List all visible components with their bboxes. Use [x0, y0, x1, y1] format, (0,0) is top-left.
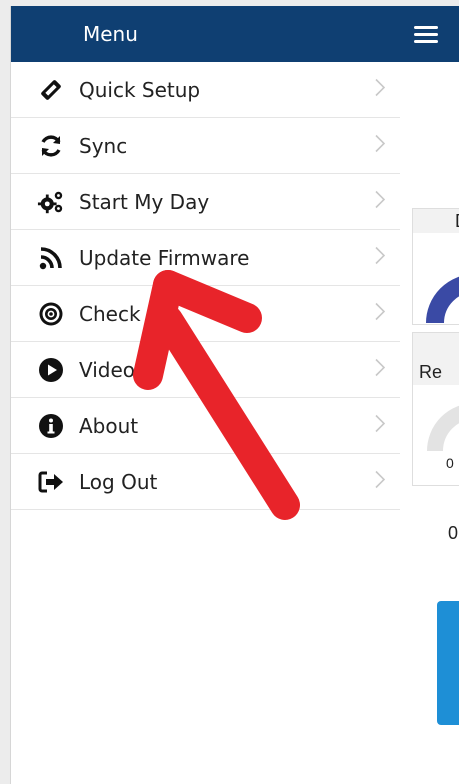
sign-out-icon: [37, 468, 65, 496]
menu-item-label: Quick Setup: [79, 77, 201, 102]
chevron-right-icon: [375, 470, 386, 493]
menu-item-label: Start My Day: [79, 189, 210, 214]
gauge-value: 0: [446, 455, 454, 471]
menu-item-start-my-day[interactable]: Start My Day: [11, 174, 401, 230]
gauge-chart: [426, 276, 459, 324]
navigation-drawer: Menu Quick Setup Sync Start My Day Updat…: [10, 6, 401, 784]
menu-item-label: Update Firmware: [79, 245, 250, 270]
menu-item-label: About: [79, 413, 139, 438]
gauge-card-2: Re 0: [412, 332, 459, 486]
menu-item-label: Sync: [79, 133, 128, 158]
menu-item-sync[interactable]: Sync: [11, 118, 401, 174]
menu-list: Quick Setup Sync Start My Day Update Fir…: [11, 62, 401, 510]
menu-item-log-out[interactable]: Log Out: [11, 454, 401, 510]
partial-number: 0: [448, 523, 459, 543]
play-circle-icon: [37, 356, 65, 384]
menu-item-update-firmware[interactable]: Update Firmware: [11, 230, 401, 286]
background-app: D Re 0 0: [400, 6, 459, 784]
chevron-right-icon: [375, 78, 386, 101]
chevron-right-icon: [375, 414, 386, 437]
chevron-right-icon: [375, 190, 386, 213]
info-circle-icon: [37, 412, 65, 440]
gauge-chart: [427, 405, 459, 452]
menu-item-videos[interactable]: Videos: [11, 342, 401, 398]
chevron-right-icon: [375, 358, 386, 381]
gauge-card-title: D: [413, 209, 459, 233]
menu-item-quick-setup[interactable]: Quick Setup: [11, 62, 401, 118]
menu-item-label: Check P: [79, 301, 159, 326]
menu-item-check[interactable]: Check P: [11, 286, 401, 342]
menu-item-about[interactable]: About: [11, 398, 401, 454]
bullseye-icon: [37, 300, 65, 328]
chevron-right-icon: [375, 134, 386, 157]
sync-icon: [37, 132, 65, 160]
cogs-icon: [37, 188, 65, 216]
rss-icon: [37, 244, 65, 272]
drawer-header: Menu: [11, 6, 401, 62]
chevron-right-icon: [375, 246, 386, 269]
menu-item-label: Log Out: [79, 469, 158, 494]
gauge-card-title: Re: [413, 333, 459, 385]
gauge-card-1: D: [412, 208, 459, 325]
hamburger-menu-icon[interactable]: [414, 22, 438, 47]
chevron-right-icon: [375, 302, 386, 325]
ticket-icon: [37, 76, 65, 104]
menu-item-label: Videos: [79, 357, 146, 382]
action-button[interactable]: [437, 601, 459, 725]
app-header: [400, 6, 459, 62]
drawer-title: Menu: [83, 22, 138, 46]
